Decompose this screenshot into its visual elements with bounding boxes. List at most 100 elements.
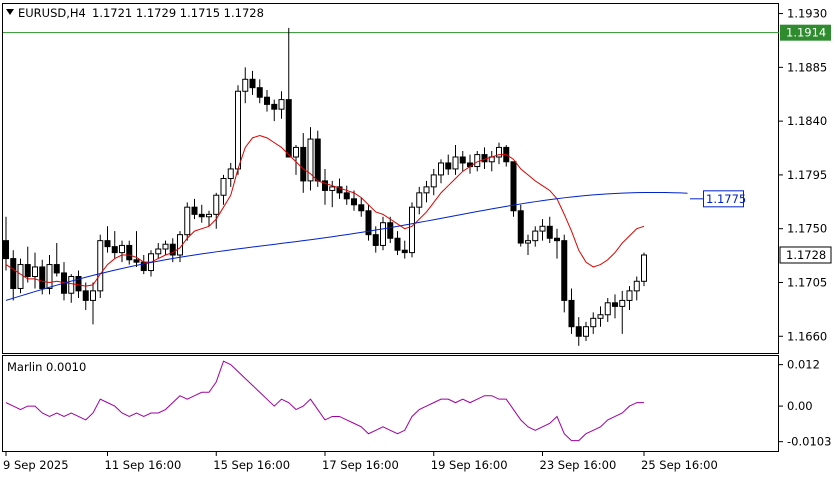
bear-candle-body xyxy=(561,240,568,301)
price-tick-label: 1.1705 xyxy=(787,275,827,289)
bear-candle-body xyxy=(546,225,553,239)
bear-candle-body xyxy=(481,154,488,163)
bull-candle-body xyxy=(184,206,191,236)
time-tick-label: 15 Sep 16:00 xyxy=(213,458,290,472)
bear-candle-body xyxy=(575,326,582,337)
bull-candle-body xyxy=(293,146,299,158)
bear-candle-body xyxy=(459,156,466,164)
bull-candle-body xyxy=(430,174,437,188)
axes: 1.1930 1.1885 1.1840 1.1795 1.1750 1.1705 1.16… xyxy=(3,7,831,472)
bear-candle-body xyxy=(510,161,517,212)
bear-candle-body xyxy=(133,259,140,263)
bull-candle-body xyxy=(278,99,285,110)
bull-candle-body xyxy=(242,78,249,92)
bull-candle-body xyxy=(438,162,444,176)
price-tick-label: 1.1840 xyxy=(787,114,827,128)
target-level-label: 1.1775 xyxy=(706,192,746,206)
price-chart-svg: 1.19141.17751.1728 1.19301.18851.18401.1… xyxy=(2,3,832,472)
bull-candle-body xyxy=(423,186,430,194)
chart-window: 1.1914 1.1775 1.1728 1.1930 1.1885 1.1840 1.1… xyxy=(0,0,838,476)
bear-candle-body xyxy=(358,204,365,212)
bull-candle-body xyxy=(474,154,481,168)
bear-candle-body xyxy=(39,266,46,289)
bull-candle-body xyxy=(97,240,104,292)
candles xyxy=(3,27,647,346)
osc-tick-label: 0.012 xyxy=(787,358,820,372)
bull-candle-body xyxy=(590,317,597,328)
bull-candle-body xyxy=(416,192,423,208)
bear-candle-body xyxy=(554,237,560,242)
bull-candle-body xyxy=(68,276,75,294)
bear-candle-body xyxy=(104,240,111,248)
oscillator xyxy=(5,360,644,442)
time-tick-label: 23 Sep 16:00 xyxy=(540,458,617,472)
bear-candle-body xyxy=(394,237,401,251)
bull-candle-body xyxy=(583,326,589,337)
bear-candle-body xyxy=(300,146,307,182)
bear-candle-body xyxy=(191,206,198,215)
chart-ohlc: 1.1721 1.1729 1.1715 1.1728 xyxy=(92,6,264,20)
bull-candle-body xyxy=(539,225,546,232)
bear-candle-body xyxy=(249,78,256,89)
symbol-menu-triangle-icon[interactable] xyxy=(6,9,14,15)
oscillator-panel-frame xyxy=(2,355,779,452)
bull-candle-body xyxy=(329,186,336,191)
oscillator-line xyxy=(5,360,644,442)
current-price-label: 1.1728 xyxy=(786,248,826,262)
chart-symbol: EURUSD,H4 xyxy=(18,6,86,20)
bull-candle-body xyxy=(532,230,539,242)
bear-candle-body xyxy=(372,234,379,246)
bear-candle-body xyxy=(10,258,17,289)
bull-candle-body xyxy=(235,90,241,170)
time-tick-label: 19 Sep 16:00 xyxy=(431,458,508,472)
bull-candle-body xyxy=(641,254,647,282)
bear-candle-body xyxy=(445,162,452,170)
bear-candle-body xyxy=(126,244,133,261)
time-tick-label: 11 Sep 16:00 xyxy=(105,458,182,472)
bull-candle-body xyxy=(604,302,611,316)
bull-candle-body xyxy=(119,244,125,254)
bull-candle-body xyxy=(90,290,96,301)
bull-candle-body xyxy=(162,243,169,250)
bear-candle-body xyxy=(53,264,60,274)
price-tick-label: 1.1795 xyxy=(787,168,827,182)
bull-candle-body xyxy=(626,290,633,301)
bull-candle-body xyxy=(409,206,415,254)
bull-candle-body xyxy=(32,266,38,278)
bull-candle-body xyxy=(206,213,212,218)
bear-candle-body xyxy=(24,264,31,278)
bear-candle-body xyxy=(343,192,350,200)
bull-candle-body xyxy=(633,280,640,292)
bull-candle-body xyxy=(525,240,531,244)
bull-candle-body xyxy=(619,299,626,307)
bear-candle-body xyxy=(517,210,524,244)
bull-candle-body xyxy=(380,222,386,246)
bear-candle-body xyxy=(82,290,89,301)
bull-candle-body xyxy=(46,264,53,289)
bull-candle-body xyxy=(227,168,234,179)
bear-candle-body xyxy=(256,87,263,98)
oscillator-name: Marlin 0.0010 xyxy=(7,360,86,374)
bull-candle-body xyxy=(220,178,227,196)
bull-candle-body xyxy=(213,194,220,215)
main-panel-frame xyxy=(2,3,779,354)
price-tick-label: 1.1930 xyxy=(787,7,827,21)
bear-candle-body xyxy=(271,103,278,110)
osc-tick-label: 0.00 xyxy=(787,399,813,413)
bear-candle-body xyxy=(285,99,292,158)
bear-candle-body xyxy=(387,222,394,239)
bull-candle-body xyxy=(307,138,314,182)
bull-candle-body xyxy=(597,314,604,319)
bull-candle-body xyxy=(452,156,459,170)
bear-candle-body xyxy=(111,246,118,254)
price-tick-label: 1.1660 xyxy=(787,329,827,343)
bear-candle-body xyxy=(264,96,270,105)
bull-candle-body xyxy=(17,264,24,289)
bear-candle-body xyxy=(198,213,205,218)
bear-candle-body xyxy=(568,299,575,328)
bear-candle-body xyxy=(612,302,618,307)
osc-tick-label: -0.0103 xyxy=(787,435,831,449)
bear-candle-body xyxy=(401,249,408,254)
bull-candle-body xyxy=(155,248,162,255)
price-tick-label: 1.1885 xyxy=(787,60,827,74)
